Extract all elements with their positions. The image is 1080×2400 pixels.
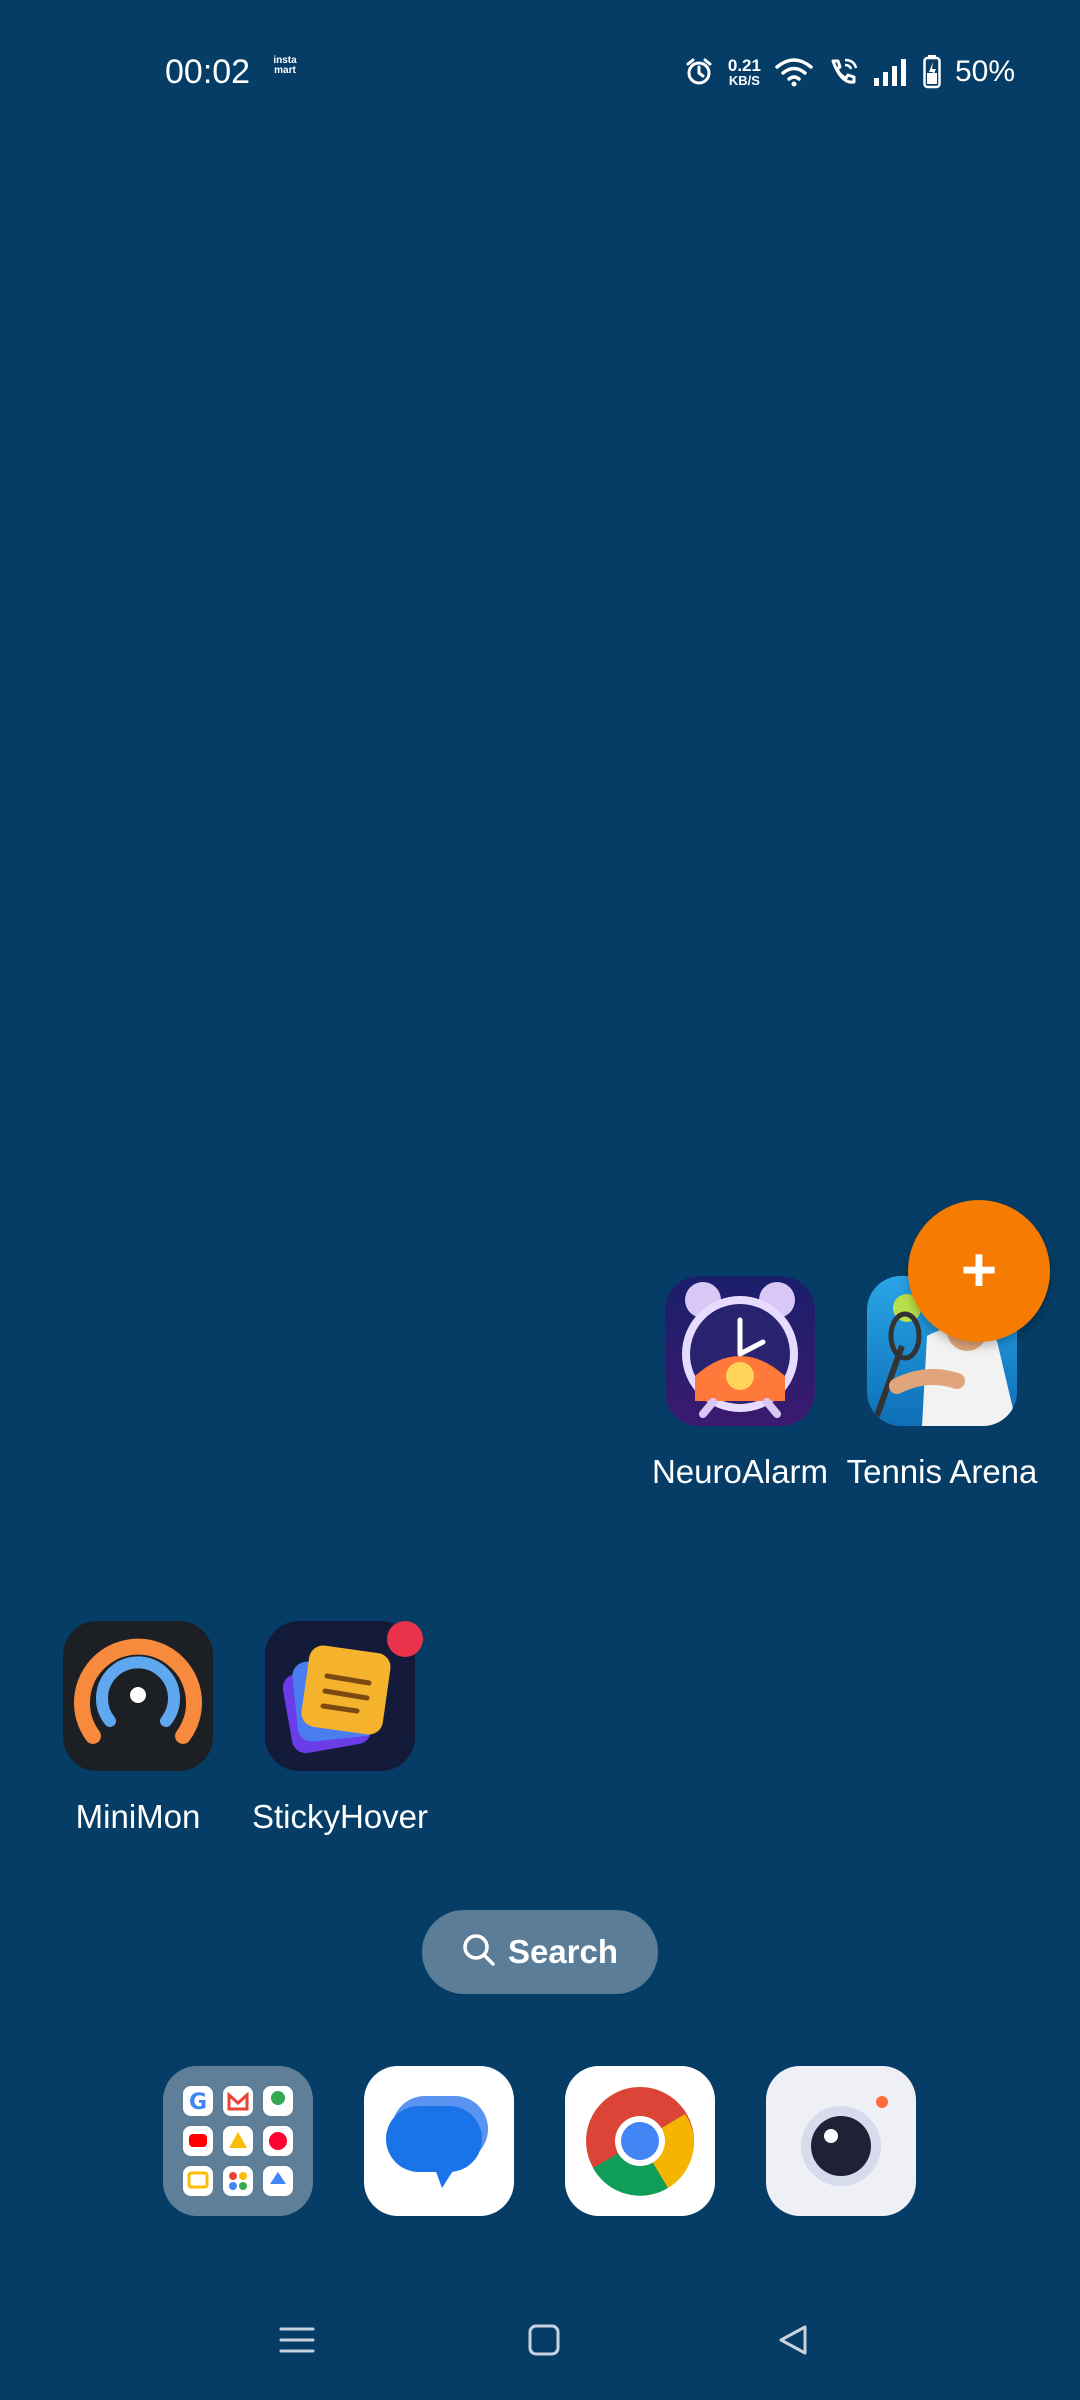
net-speed: 0.21 KB/S [728, 57, 761, 88]
google-apps-folder[interactable]: G [163, 2066, 313, 2216]
status-icons: 0.21 KB/S 50% [684, 48, 1015, 96]
battery-charging-icon [923, 55, 941, 89]
app-minimon[interactable]: MiniMon [38, 1621, 238, 1837]
signal-icon [873, 58, 909, 86]
net-speed-value: 0.21 [727, 55, 761, 75]
status-bar: 00:02 insta mart 0.21 KB/S 50% [0, 0, 1080, 140]
camera-app[interactable] [766, 2066, 916, 2216]
notification-badge [387, 1621, 423, 1657]
app-label: StickyHover [251, 1798, 429, 1835]
menu-icon [279, 2327, 315, 2353]
search-icon [462, 1933, 496, 1972]
google-folder-icon: G [183, 2086, 293, 2196]
app-label: MiniMon [75, 1798, 201, 1835]
camera-icon [801, 2096, 888, 2186]
menu-nav-button[interactable] [267, 2310, 327, 2370]
wifi-call-icon [827, 57, 859, 87]
status-time: 00:02 [165, 53, 251, 91]
svg-text:G: G [189, 2090, 207, 2115]
chrome-app[interactable] [565, 2066, 715, 2216]
app-stickyhover[interactable]: StickyHover [240, 1621, 440, 1837]
back-nav-button[interactable] [763, 2310, 823, 2370]
wifi-icon [775, 57, 813, 87]
app-label: Tennis Arena [846, 1453, 1038, 1490]
search-label: Search [507, 1933, 619, 1970]
neuroalarm-app-icon [665, 1276, 815, 1426]
net-speed-unit: KB/S [728, 72, 760, 88]
home-icon [528, 2324, 560, 2356]
messages-icon [386, 2096, 488, 2188]
chrome-icon [586, 2087, 695, 2196]
messages-app[interactable] [364, 2066, 514, 2216]
minimon-app-icon [63, 1621, 213, 1771]
instamart-icon: insta mart [273, 55, 297, 76]
app-label: NeuroAlarm [651, 1453, 829, 1490]
back-icon [779, 2325, 807, 2355]
home-nav-button[interactable] [514, 2310, 574, 2370]
search-button[interactable]: Search [422, 1910, 658, 1994]
app-neuroalarm[interactable]: NeuroAlarm [640, 1276, 840, 1492]
battery-percent: 50% [954, 55, 1015, 88]
add-fab-button[interactable]: + [908, 1200, 1050, 1342]
alarm-icon [684, 57, 714, 87]
